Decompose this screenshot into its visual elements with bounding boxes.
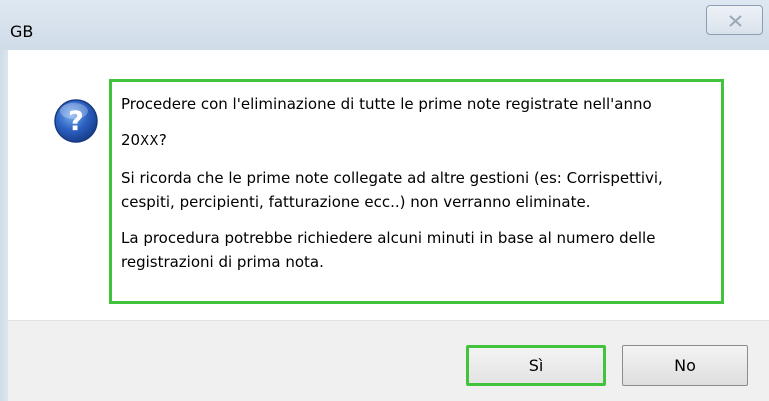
year-prefix: 20	[121, 131, 141, 149]
svg-text:?: ?	[68, 106, 84, 137]
message-line-1: Procedere con l'eliminazione di tutte le…	[121, 95, 652, 113]
year-suffix: XX	[140, 134, 159, 149]
window-title: GB	[10, 22, 34, 41]
year-end: ?	[158, 131, 167, 149]
no-button[interactable]: No	[622, 345, 748, 386]
yes-button[interactable]: Sì	[466, 345, 606, 386]
question-icon: ?	[52, 97, 100, 145]
message-box: Procedere con l'eliminazione di tutte le…	[109, 79, 724, 304]
message-year: 20XX?	[121, 128, 713, 154]
message-paragraph-3: La procedura potrebbe richiedere alcuni …	[121, 229, 656, 271]
close-button[interactable]	[706, 5, 763, 35]
message-paragraph-2: Si ricorda che le prime note collegate a…	[121, 169, 663, 211]
window-left-frame	[0, 50, 8, 401]
title-bar[interactable]: GB	[0, 0, 769, 50]
close-icon	[729, 15, 742, 27]
dialog-window: GB ? Procedere con l'eliminazione di tut…	[0, 0, 769, 401]
